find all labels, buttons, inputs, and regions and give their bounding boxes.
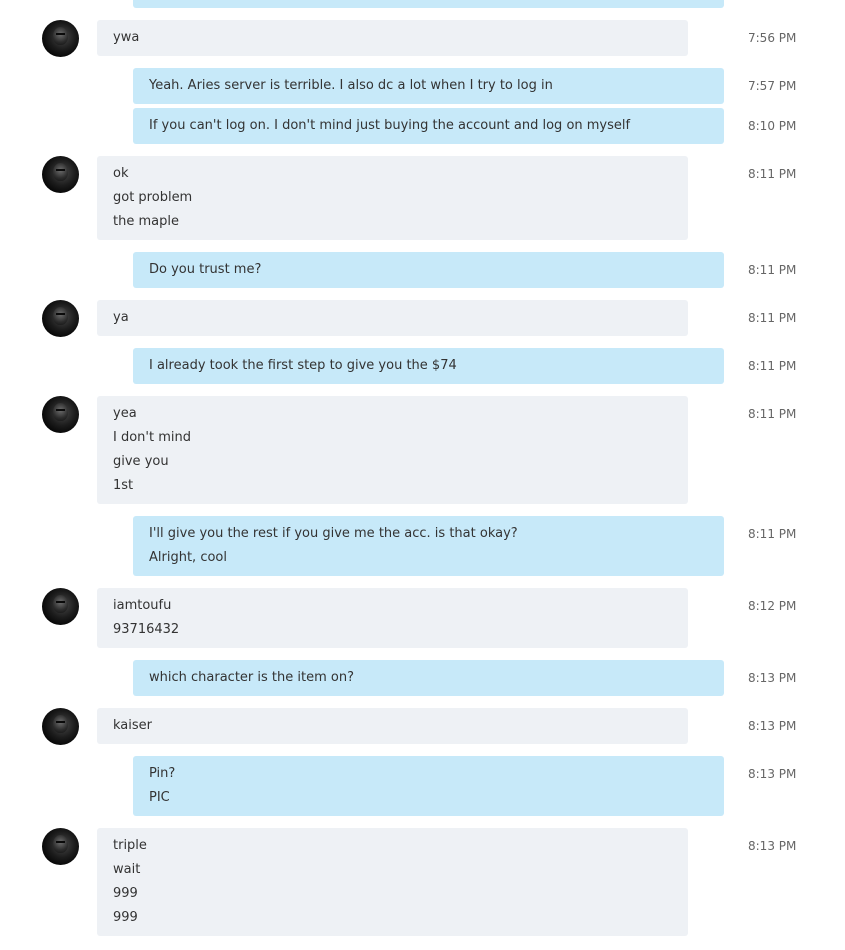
avatar-face (53, 307, 68, 325)
message-bubble[interactable]: triple wait 999 999 (97, 828, 688, 936)
contact-avatar[interactable] (42, 828, 79, 865)
message-bubble[interactable]: which character is the item on? (133, 660, 724, 696)
message-text: 999 (113, 910, 138, 925)
message-timestamp: 7:56 PM (748, 31, 797, 45)
avatar-eyes (56, 721, 65, 723)
sent-message: Do you trust me? 8:11 PM (0, 252, 845, 288)
message-timestamp: 7:57 PM (748, 79, 797, 93)
contact-avatar[interactable] (42, 708, 79, 745)
contact-avatar[interactable] (42, 396, 79, 433)
message-text: PIC (149, 790, 170, 805)
message-text: iamtoufu (113, 598, 172, 613)
message-text: give you (113, 454, 169, 469)
contact-avatar[interactable] (42, 20, 79, 57)
received-message: ya 8:11 PM (0, 300, 845, 337)
message-timestamp: 8:13 PM (748, 839, 797, 853)
message-text: I'll give you the rest if you give me th… (149, 526, 518, 541)
message-timestamp: 8:11 PM (748, 263, 797, 277)
avatar-face (53, 163, 68, 181)
message-bubble[interactable]: iamtoufu 93716432 (97, 588, 688, 648)
contact-avatar[interactable] (42, 300, 79, 337)
message-timestamp: 8:13 PM (748, 671, 797, 685)
received-message: yea I don't mind give you 1st 8:11 PM (0, 396, 845, 504)
avatar-eyes (56, 409, 65, 411)
message-text: Yeah. Aries server is terrible. I also d… (149, 78, 553, 93)
message-text: If you can't log on. I don't mind just b… (149, 118, 631, 133)
sent-message: I already took the first step to give yo… (0, 348, 845, 384)
message-text: ok (113, 166, 129, 181)
message-bubble[interactable]: ywa (97, 20, 688, 56)
message-bubble[interactable]: ok got problem the maple (97, 156, 688, 240)
message-timestamp: 8:11 PM (748, 407, 797, 421)
message-bubble[interactable]: I already took the first step to give yo… (133, 348, 724, 384)
avatar-eyes (56, 601, 65, 603)
message-text: ya (113, 310, 129, 325)
message-timestamp: 8:11 PM (748, 311, 797, 325)
message-text: Alright, cool (149, 550, 227, 565)
contact-avatar[interactable] (42, 156, 79, 193)
message-bubble[interactable]: ya (97, 300, 688, 336)
message-bubble[interactable]: Pin? PIC (133, 756, 724, 816)
message-bubble[interactable]: yea I don't mind give you 1st (97, 396, 688, 504)
message-text: triple (113, 838, 147, 853)
message-text: I don't mind (113, 430, 191, 445)
message-timestamp: 8:13 PM (748, 767, 797, 781)
sent-message: I'll give you the rest if you give me th… (0, 516, 845, 576)
message-text: which character is the item on? (149, 670, 354, 685)
message-thread: ywa 7:56 PM Yeah. Aries server is terrible… (0, 0, 845, 950)
message-bubble[interactable] (133, 0, 724, 8)
received-message: ok got problem the maple 8:11 PM (0, 156, 845, 240)
sent-message: If you can't log on. I don't mind just b… (0, 108, 845, 144)
message-text: got problem (113, 190, 193, 205)
message-bubble[interactable]: If you can't log on. I don't mind just b… (133, 108, 724, 144)
sent-message: which character is the item on? 8:13 PM (0, 660, 845, 696)
message-text: the maple (113, 214, 179, 229)
message-timestamp: 8:11 PM (748, 167, 797, 181)
message-text: Pin? (149, 766, 176, 781)
message-bubble[interactable]: Yeah. Aries server is terrible. I also d… (133, 68, 724, 104)
received-message: ywa 7:56 PM (0, 20, 845, 57)
sent-message (0, 0, 845, 8)
message-bubble[interactable]: kaiser (97, 708, 688, 744)
message-text: I already took the first step to give yo… (149, 358, 457, 373)
message-timestamp: 8:10 PM (748, 119, 797, 133)
received-message: iamtoufu 93716432 8:12 PM (0, 588, 845, 648)
avatar-face (53, 715, 68, 733)
avatar-face (53, 27, 68, 45)
sent-message: Pin? PIC 8:13 PM (0, 756, 845, 816)
avatar-eyes (56, 841, 65, 843)
message-text: wait (113, 862, 141, 877)
message-bubble[interactable]: Do you trust me? (133, 252, 724, 288)
message-text: kaiser (113, 718, 152, 733)
sent-message: Yeah. Aries server is terrible. I also d… (0, 68, 845, 104)
avatar-eyes (56, 33, 65, 35)
avatar-face (53, 835, 68, 853)
avatar-face (53, 595, 68, 613)
message-timestamp: 8:13 PM (748, 719, 797, 733)
contact-avatar[interactable] (42, 588, 79, 625)
avatar-eyes (56, 313, 65, 315)
message-timestamp: 8:11 PM (748, 359, 797, 373)
message-bubble[interactable]: I'll give you the rest if you give me th… (133, 516, 724, 576)
received-message: kaiser 8:13 PM (0, 708, 845, 745)
message-text: ywa (113, 30, 140, 45)
message-timestamp: 8:11 PM (748, 527, 797, 541)
received-message: triple wait 999 999 8:13 PM (0, 828, 845, 936)
message-text: Do you trust me? (149, 262, 262, 277)
message-timestamp: 8:12 PM (748, 599, 797, 613)
message-text: yea (113, 406, 137, 421)
avatar-face (53, 403, 68, 421)
avatar-eyes (56, 169, 65, 171)
message-text: 93716432 (113, 622, 180, 637)
message-text: 999 (113, 886, 138, 901)
message-text: 1st (113, 478, 134, 493)
